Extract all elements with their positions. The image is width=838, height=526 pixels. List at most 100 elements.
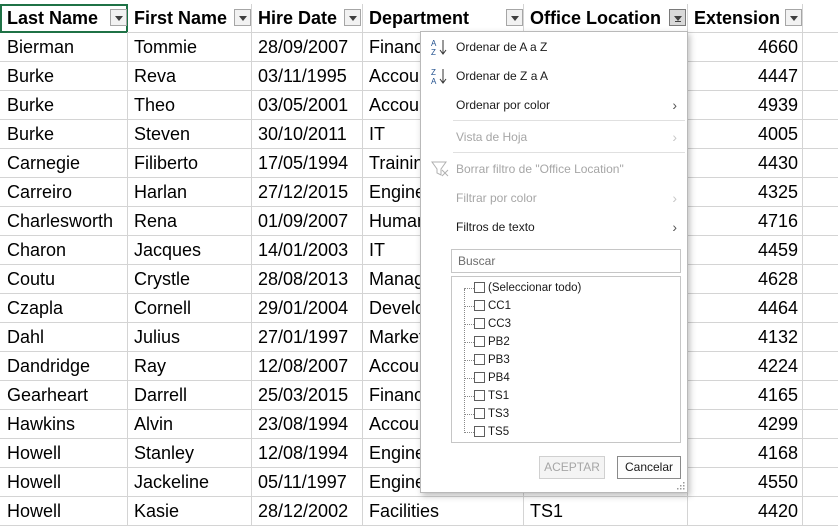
header-cell-department[interactable]: Department — [362, 4, 524, 33]
table-cell[interactable]: Carreiro — [0, 178, 128, 207]
table-cell[interactable]: Reva — [127, 62, 252, 91]
empty-cell[interactable] — [802, 149, 838, 178]
table-cell[interactable]: Tommie — [127, 33, 252, 62]
table-cell[interactable]: 03/05/2001 — [251, 91, 363, 120]
table-cell[interactable]: 4420 — [687, 497, 803, 526]
table-cell[interactable]: 4168 — [687, 439, 803, 468]
table-cell[interactable]: Filiberto — [127, 149, 252, 178]
text-filters-item[interactable]: Filtros de texto › — [421, 214, 687, 240]
table-cell[interactable]: 28/08/2013 — [251, 265, 363, 294]
spreadsheet-grid[interactable]: Last Name First Name Hire Date Departmen… — [0, 0, 838, 526]
empty-cell[interactable] — [802, 439, 838, 468]
table-cell[interactable]: 28/12/2002 — [251, 497, 363, 526]
filter-dropdown-button[interactable] — [785, 9, 802, 26]
checkbox-icon[interactable] — [474, 300, 485, 311]
table-cell[interactable]: 4447 — [687, 62, 803, 91]
checkbox-icon[interactable] — [474, 354, 485, 365]
table-cell[interactable]: 4628 — [687, 265, 803, 294]
sort-by-color-item[interactable]: Ordenar por color › — [421, 92, 687, 118]
table-cell[interactable]: Carnegie — [0, 149, 128, 178]
filter-dropdown-button[interactable] — [110, 9, 127, 26]
table-cell[interactable]: 01/09/2007 — [251, 207, 363, 236]
empty-cell[interactable] — [802, 468, 838, 497]
filter-dropdown-button[interactable] — [234, 9, 251, 26]
empty-cell[interactable] — [802, 294, 838, 323]
empty-cell[interactable] — [802, 323, 838, 352]
checkbox-icon[interactable] — [474, 408, 485, 419]
table-cell[interactable]: Howell — [0, 468, 128, 497]
table-cell[interactable]: Cornell — [127, 294, 252, 323]
table-cell[interactable]: Burke — [0, 62, 128, 91]
filter-value-item[interactable]: (Seleccionar todo) — [452, 279, 680, 297]
filter-values-list[interactable]: (Seleccionar todo) CC1 CC3 PB2 PB3 PB4 TS1 TS3 T… — [451, 276, 681, 443]
table-cell[interactable]: Darrell — [127, 381, 252, 410]
filter-dropdown-button[interactable] — [506, 9, 523, 26]
table-cell[interactable]: Burke — [0, 91, 128, 120]
empty-cell[interactable] — [802, 352, 838, 381]
table-cell[interactable]: TS1 — [523, 497, 688, 526]
table-cell[interactable]: 25/03/2015 — [251, 381, 363, 410]
filter-value-item[interactable]: TS1 — [452, 387, 680, 405]
table-cell[interactable]: Dandridge — [0, 352, 128, 381]
table-cell[interactable]: Jackeline — [127, 468, 252, 497]
sort-a-to-z-item[interactable]: A Z Ordenar de A a Z — [421, 34, 687, 60]
empty-cell[interactable] — [802, 33, 838, 62]
table-cell[interactable]: Gearheart — [0, 381, 128, 410]
empty-cell[interactable] — [802, 4, 838, 33]
checkbox-icon[interactable] — [474, 390, 485, 401]
empty-cell[interactable] — [802, 178, 838, 207]
table-cell[interactable]: Facilities — [362, 497, 524, 526]
table-cell[interactable]: Steven — [127, 120, 252, 149]
cancel-button[interactable]: Cancelar — [617, 456, 681, 479]
empty-cell[interactable] — [802, 410, 838, 439]
empty-cell[interactable] — [802, 62, 838, 91]
table-cell[interactable]: 4660 — [687, 33, 803, 62]
table-cell[interactable]: 4939 — [687, 91, 803, 120]
table-cell[interactable]: Stanley — [127, 439, 252, 468]
table-cell[interactable]: Charon — [0, 236, 128, 265]
checkbox-icon[interactable] — [474, 282, 485, 293]
empty-cell[interactable] — [802, 207, 838, 236]
table-cell[interactable]: Czapla — [0, 294, 128, 323]
filter-value-item[interactable]: PB2 — [452, 333, 680, 351]
table-cell[interactable]: Julius — [127, 323, 252, 352]
filter-value-item[interactable]: CC3 — [452, 315, 680, 333]
filter-value-item[interactable]: TS3 — [452, 405, 680, 423]
table-cell[interactable]: Coutu — [0, 265, 128, 294]
table-cell[interactable]: Harlan — [127, 178, 252, 207]
table-cell[interactable]: 30/10/2011 — [251, 120, 363, 149]
table-cell[interactable]: Jacques — [127, 236, 252, 265]
empty-cell[interactable] — [802, 120, 838, 149]
sort-z-to-a-item[interactable]: Z A Ordenar de Z a A — [421, 63, 687, 89]
filter-value-item[interactable]: CC1 — [452, 297, 680, 315]
table-cell[interactable]: 27/01/1997 — [251, 323, 363, 352]
table-cell[interactable]: 29/01/2004 — [251, 294, 363, 323]
table-cell[interactable]: 17/05/1994 — [251, 149, 363, 178]
table-cell[interactable]: 4325 — [687, 178, 803, 207]
table-cell[interactable]: Crystle — [127, 265, 252, 294]
ok-button[interactable]: ACEPTAR — [539, 456, 605, 479]
table-cell[interactable]: Bierman — [0, 33, 128, 62]
table-cell[interactable]: Alvin — [127, 410, 252, 439]
table-cell[interactable]: 4299 — [687, 410, 803, 439]
table-cell[interactable]: 23/08/1994 — [251, 410, 363, 439]
table-cell[interactable]: 14/01/2003 — [251, 236, 363, 265]
header-cell-office-location[interactable]: Office Location — [523, 4, 688, 33]
filter-value-item[interactable]: PB3 — [452, 351, 680, 369]
table-cell[interactable]: 27/12/2015 — [251, 178, 363, 207]
table-cell[interactable]: Burke — [0, 120, 128, 149]
header-cell-extension[interactable]: Extension — [687, 4, 803, 33]
filter-value-item[interactable]: TS5 — [452, 423, 680, 441]
table-cell[interactable]: Ray — [127, 352, 252, 381]
table-cell[interactable]: 28/09/2007 — [251, 33, 363, 62]
table-cell[interactable]: 4165 — [687, 381, 803, 410]
table-cell[interactable]: 12/08/2007 — [251, 352, 363, 381]
table-cell[interactable]: 4005 — [687, 120, 803, 149]
filter-value-item[interactable]: PB4 — [452, 369, 680, 387]
table-cell[interactable]: Charlesworth — [0, 207, 128, 236]
table-cell[interactable]: Rena — [127, 207, 252, 236]
table-cell[interactable]: 03/11/1995 — [251, 62, 363, 91]
table-cell[interactable]: Howell — [0, 497, 128, 526]
table-cell[interactable]: 4430 — [687, 149, 803, 178]
table-cell[interactable]: Hawkins — [0, 410, 128, 439]
